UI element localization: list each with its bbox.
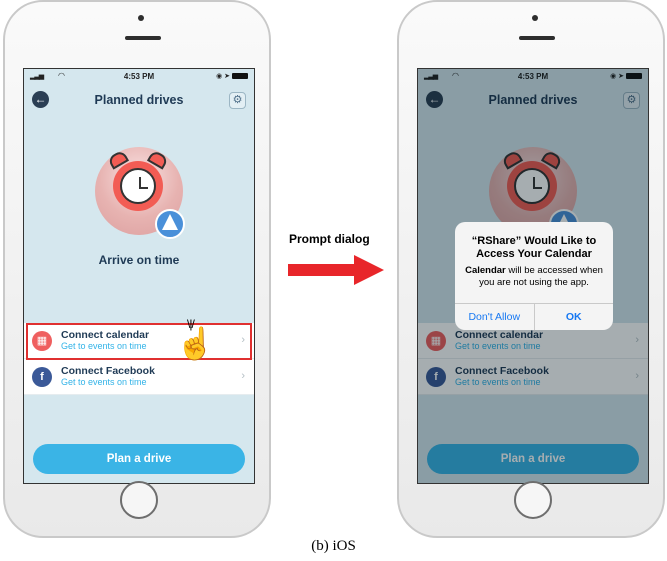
camera-icon xyxy=(138,15,144,21)
figure-caption: (b) iOS xyxy=(311,538,356,554)
list-item-connect-facebook[interactable]: f Connect Facebook Get to events on time… xyxy=(24,359,254,395)
alarm-clock-icon xyxy=(95,147,185,239)
permission-dialog: “RShare” Would Like to Access Your Calen… xyxy=(455,222,613,330)
arrow-right-icon xyxy=(288,255,384,285)
list-item-subtitle: Get to events on time xyxy=(61,377,147,387)
facebook-icon: f xyxy=(32,367,52,387)
list-item-title: Connect Facebook xyxy=(61,365,155,377)
navigation-arrow-icon xyxy=(155,209,185,239)
ok-button[interactable]: OK xyxy=(533,304,614,330)
home-button[interactable] xyxy=(514,481,552,519)
list-item-connect-calendar[interactable]: ▦ Connect calendar Get to events on time… xyxy=(24,317,254,361)
speaker-icon xyxy=(125,36,161,40)
dont-allow-button[interactable]: Don't Allow xyxy=(455,304,534,330)
home-button[interactable] xyxy=(120,481,158,519)
right-phone-frame: ▂▃▅ ◠ 4:53 PM ◉ ➤ ← Planned drives ⚙ ▦ C… xyxy=(397,0,665,538)
status-bar: ▂▃▅ ◠ 4:53 PM ◉ ➤ xyxy=(30,71,248,83)
navbar: ← Planned drives ⚙ xyxy=(24,85,254,115)
left-phone-frame: ▂▃▅ ◠ 4:53 PM ◉ ➤ ← Planned drives ⚙ Arr… xyxy=(3,0,271,538)
speaker-icon xyxy=(519,36,555,40)
pointing-hand-icon: ☝ xyxy=(176,326,215,361)
dialog-title: “RShare” Would Like to Access Your Calen… xyxy=(471,235,597,260)
prompt-label: Prompt dialog xyxy=(289,232,370,246)
dialog-message: Calendar will be accessed when you are n… xyxy=(455,265,613,289)
right-screen: ▂▃▅ ◠ 4:53 PM ◉ ➤ ← Planned drives ⚙ ▦ C… xyxy=(417,68,649,484)
dialog-message-bold: Calendar xyxy=(465,265,506,276)
camera-icon xyxy=(532,15,538,21)
dialog-buttons: Don't Allow OK xyxy=(455,303,613,330)
left-screen: ▂▃▅ ◠ 4:53 PM ◉ ➤ ← Planned drives ⚙ Arr… xyxy=(23,68,255,484)
page-title: Planned drives xyxy=(94,93,184,107)
tap-highlight xyxy=(26,323,252,360)
gear-icon[interactable]: ⚙ xyxy=(229,92,246,109)
battery-icon: ◉ ➤ xyxy=(216,72,248,80)
connect-list: ▦ Connect calendar Get to events on time… xyxy=(24,317,254,395)
hero-label: Arrive on time xyxy=(98,253,180,267)
chevron-right-icon: › xyxy=(241,370,245,382)
plan-a-drive-button[interactable]: Plan a drive xyxy=(33,444,245,474)
